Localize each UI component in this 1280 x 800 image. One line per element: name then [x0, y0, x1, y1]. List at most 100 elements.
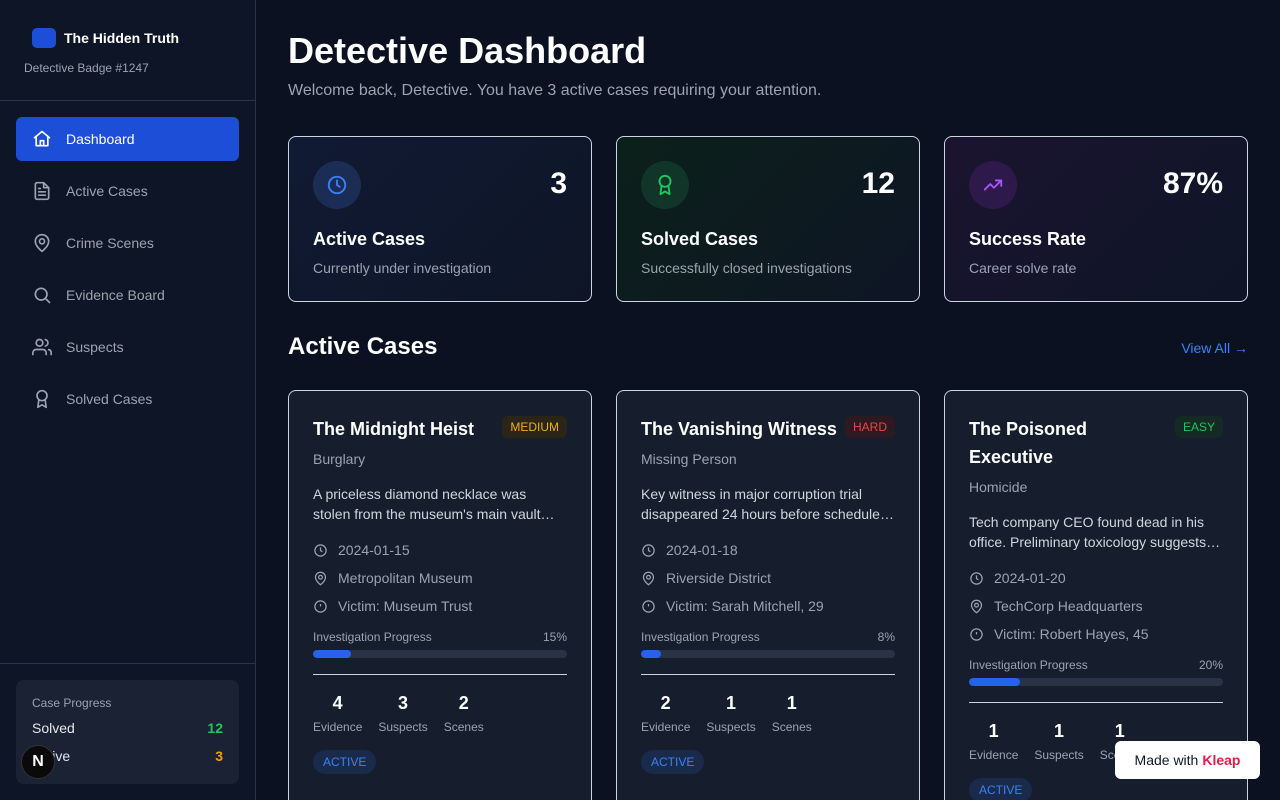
page-subtitle: Welcome back, Detective. You have 3 acti… [288, 82, 822, 99]
case-type: Homicide [969, 479, 1028, 495]
made-with-badge[interactable]: Made with Kleap [1115, 741, 1260, 779]
case-description: Tech company CEO found dead in his offic… [969, 514, 1207, 550]
status-badge: ACTIVE [641, 750, 705, 774]
suspects-count: 3 Suspects [378, 693, 427, 734]
case-title: The Vanishing Witness [641, 419, 837, 439]
case-meta: 2024-01-15 Metropolitan Museum Victim: M… [313, 540, 567, 616]
count-label: Scenes [443, 720, 484, 734]
case-victim-text: Victim: Museum Trust [338, 598, 473, 614]
case-divider [969, 702, 1223, 703]
detective-badge: Detective Badge #1247 [24, 61, 149, 75]
trending-up-icon [969, 161, 1017, 209]
sidebar-item-label: Crime Scenes [66, 235, 154, 251]
count-label: Suspects [706, 720, 756, 734]
count-label: Scenes [771, 720, 812, 734]
suspects-count: 1 Suspects [1034, 721, 1083, 762]
evidence-count: 2 Evidence [641, 693, 690, 734]
count-number: 1 [988, 721, 999, 741]
progress-header: Investigation Progress 8% [641, 630, 895, 644]
case-description: A priceless diamond necklace was stolen … [313, 486, 541, 522]
sidebar-item-crime-scenes[interactable]: Crime Scenes [16, 221, 239, 265]
progress-fill [969, 678, 1020, 686]
sidebar-item-active-cases[interactable]: Active Cases [16, 169, 239, 213]
case-location: TechCorp Headquarters [969, 596, 1223, 616]
clock-icon [313, 161, 361, 209]
count-number: 3 [398, 693, 409, 713]
sidebar-item-label: Active Cases [66, 183, 148, 199]
stat-desc: Career solve rate [969, 260, 1077, 276]
case-counts: 2 Evidence 1 Suspects 1 Scenes [641, 693, 895, 734]
case-meta: 2024-01-18 Riverside District Victim: Sa… [641, 540, 895, 616]
case-victim-text: Victim: Robert Hayes, 45 [994, 626, 1149, 642]
sidebar-item-suspects[interactable]: Suspects [16, 325, 239, 369]
stat-desc: Currently under investigation [313, 260, 492, 276]
clock-icon [970, 571, 983, 585]
made-with-text: Made with [1134, 752, 1199, 768]
sidebar-item-dashboard[interactable]: Dashboard [16, 117, 239, 161]
sidebar: The Hidden Truth Detective Badge #1247 D… [0, 0, 256, 800]
view-all-link[interactable]: View All → [1181, 340, 1248, 356]
case-progress-title: Case Progress [32, 696, 112, 710]
count-number: 1 [1054, 721, 1065, 741]
case-header: The Midnight Heist MEDIUM [313, 415, 567, 443]
case-card[interactable]: The Poisoned Executive EASY Homicide Tec… [944, 390, 1248, 800]
count-number: 1 [726, 693, 737, 713]
difficulty-badge: MEDIUM [502, 416, 567, 438]
stat-card-active[interactable]: 3 Active Cases Currently under investiga… [288, 136, 592, 302]
clock-icon [314, 543, 327, 557]
progress-fill [641, 650, 662, 658]
brand-logo [32, 28, 56, 48]
progress-header: Investigation Progress 15% [313, 630, 567, 644]
stats-row: 3 Active Cases Currently under investiga… [288, 136, 1248, 302]
stat-card-solved[interactable]: 12 Solved Cases Successfully closed inve… [616, 136, 920, 302]
count-number: 2 [458, 693, 469, 713]
progress-label: Investigation Progress [969, 658, 1088, 672]
progress-header: Investigation Progress 20% [969, 658, 1223, 672]
stat-desc: Successfully closed investigations [641, 260, 852, 276]
count-number: 1 [1114, 721, 1125, 741]
progress-fill [313, 650, 352, 658]
status-badge: ACTIVE [313, 750, 377, 774]
brand[interactable]: The Hidden Truth [32, 28, 179, 48]
count-number: 2 [660, 693, 671, 713]
case-victim: Victim: Robert Hayes, 45 [969, 624, 1223, 644]
progress-bar [313, 650, 567, 658]
evidence-count: 4 Evidence [313, 693, 362, 734]
map-pin-icon [314, 571, 327, 586]
progress-percent: 20% [1198, 658, 1223, 672]
sidebar-nav: Dashboard Active Cases Crime Scenes Evid… [16, 117, 239, 429]
case-victim-text: Victim: Sarah Mitchell, 29 [666, 598, 824, 614]
case-location-text: Metropolitan Museum [338, 570, 473, 586]
case-divider [313, 674, 567, 675]
stat-value: 3 [550, 167, 567, 200]
sidebar-item-evidence-board[interactable]: Evidence Board [16, 273, 239, 317]
case-victim: Victim: Sarah Mitchell, 29 [641, 596, 895, 616]
case-meta: 2024-01-20 TechCorp Headquarters Victim:… [969, 568, 1223, 644]
status-badge: ACTIVE [969, 778, 1033, 800]
case-card[interactable]: The Midnight Heist MEDIUM Burglary A pri… [288, 390, 592, 800]
solved-count: 12 [207, 720, 223, 736]
section-title: Active Cases [288, 333, 438, 360]
solved-row: Solved 12 [32, 720, 223, 736]
page-title: Detective Dashboard [288, 30, 647, 71]
users-icon [32, 338, 52, 356]
alert-circle-icon [314, 599, 327, 613]
case-header: The Vanishing Witness HARD [641, 415, 895, 443]
nextjs-badge[interactable]: N [21, 745, 55, 779]
case-location-text: TechCorp Headquarters [994, 598, 1143, 614]
case-date-text: 2024-01-15 [338, 542, 410, 558]
sidebar-item-solved-cases[interactable]: Solved Cases [16, 377, 239, 421]
case-type: Burglary [313, 451, 366, 467]
case-location: Riverside District [641, 568, 895, 588]
case-location-text: Riverside District [666, 570, 772, 586]
scenes-count: 1 Scenes [772, 693, 812, 734]
case-header: The Poisoned Executive EASY [969, 415, 1223, 471]
case-title: The Midnight Heist [313, 419, 474, 439]
evidence-count: 1 Evidence [969, 721, 1018, 762]
stat-card-success-rate[interactable]: 87% Success Rate Career solve rate [944, 136, 1248, 302]
case-victim: Victim: Museum Trust [313, 596, 567, 616]
count-label: Evidence [969, 748, 1019, 762]
case-card[interactable]: The Vanishing Witness HARD Missing Perso… [616, 390, 920, 800]
file-text-icon [34, 181, 50, 201]
case-date: 2024-01-20 [969, 568, 1223, 588]
